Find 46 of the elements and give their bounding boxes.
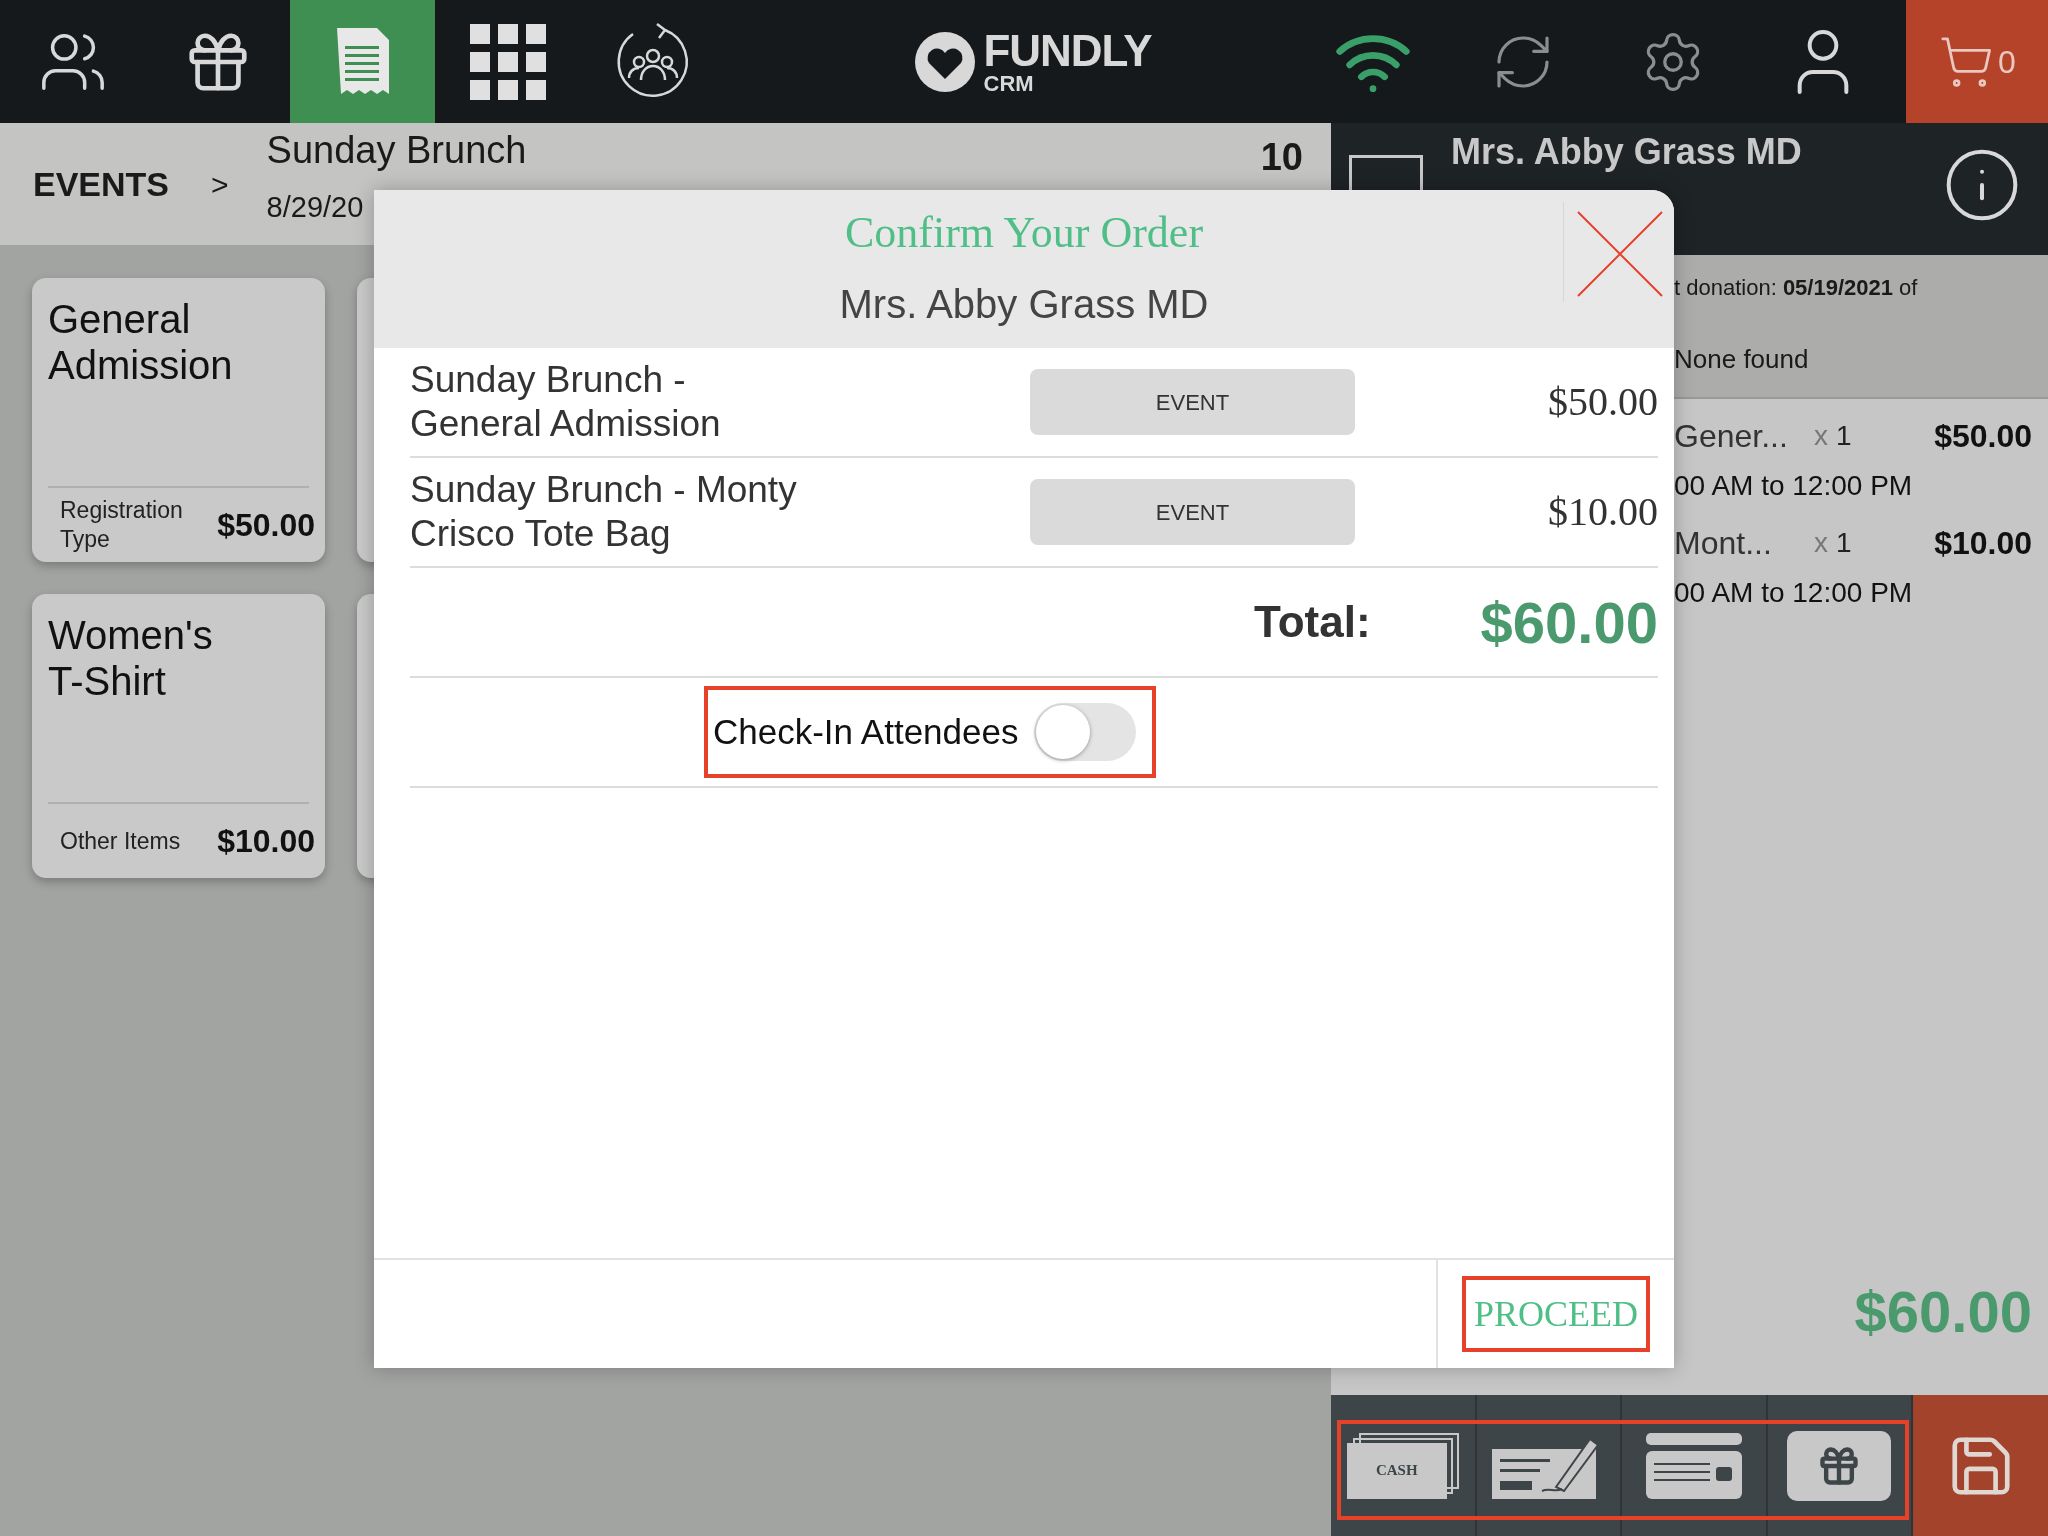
save-order-button[interactable] [1913, 1395, 2048, 1536]
cart-button[interactable]: 0 [1906, 0, 2048, 123]
fundly-logo: FUNDLY CRM [911, 28, 1152, 95]
cart-count: 0 [1998, 42, 2016, 82]
cart-item-name: Mont... [1674, 524, 1773, 563]
cart-total: $60.00 [1854, 1278, 2032, 1346]
event-tag: EVENT [1030, 369, 1355, 435]
order-item-name: Sunday Brunch - General Admission [410, 357, 722, 446]
none-found-text: None found [1674, 343, 1810, 376]
card-price: $50.00 [217, 506, 315, 545]
total-amount: $60.00 [1480, 588, 1658, 657]
event-date: 8/29/20 [266, 189, 365, 225]
gift-card-icon[interactable] [1787, 1430, 1892, 1501]
cart-item-time: 00 AM to 12:00 PM [1674, 469, 1914, 503]
total-label: Total: [1254, 596, 1371, 648]
check-in-toggle[interactable] [1034, 703, 1137, 761]
card-price: $10.00 [217, 822, 315, 861]
quantity-value: 1 [1836, 419, 1852, 453]
check-in-label: Check-In Attendees [713, 710, 1019, 753]
card-title: General Admission [48, 296, 234, 388]
order-item-price: $10.00 [1548, 488, 1658, 536]
breadcrumb-separator: > [211, 166, 229, 203]
product-card[interactable]: Women's T-Shirt Other Items $10.00 [32, 594, 325, 878]
quantity-label: x [1814, 419, 1828, 453]
event-name: Sunday Brunch [266, 128, 527, 173]
cart-item-time: 00 AM to 12:00 PM [1674, 576, 1914, 610]
quantity-value: 1 [1836, 526, 1852, 560]
cart-item-price: $50.00 [1934, 417, 2032, 456]
dialog-title: Confirm Your Order [844, 207, 1204, 259]
quantity-label: x [1814, 526, 1828, 560]
order-item-name: Sunday Brunch - Monty Crisco Tote Bag [410, 467, 798, 556]
customer-name: Mrs. Abby Grass MD [1451, 130, 1802, 174]
credit-card-icon[interactable] [1645, 1432, 1742, 1499]
cart-item-price: $10.00 [1934, 524, 2032, 563]
event-count: 10 [1260, 135, 1303, 180]
cart-item-name: Gener... [1674, 417, 1789, 456]
order-item-price: $50.00 [1548, 378, 1658, 426]
product-card[interactable]: General Admission Registration Type $50.00 [32, 278, 325, 562]
events-link[interactable]: EVENTS [33, 158, 170, 210]
card-type: Other Items [60, 826, 182, 856]
dialog-customer-name: Mrs. Abby Grass MD [839, 281, 1209, 328]
card-type: Registration Type [60, 496, 184, 554]
last-donation-text: t donation: 05/19/2021 of [1674, 274, 1919, 302]
grid-icon [469, 23, 546, 100]
card-title: Women's T-Shirt [48, 612, 214, 704]
event-tag: EVENT [1030, 479, 1355, 545]
